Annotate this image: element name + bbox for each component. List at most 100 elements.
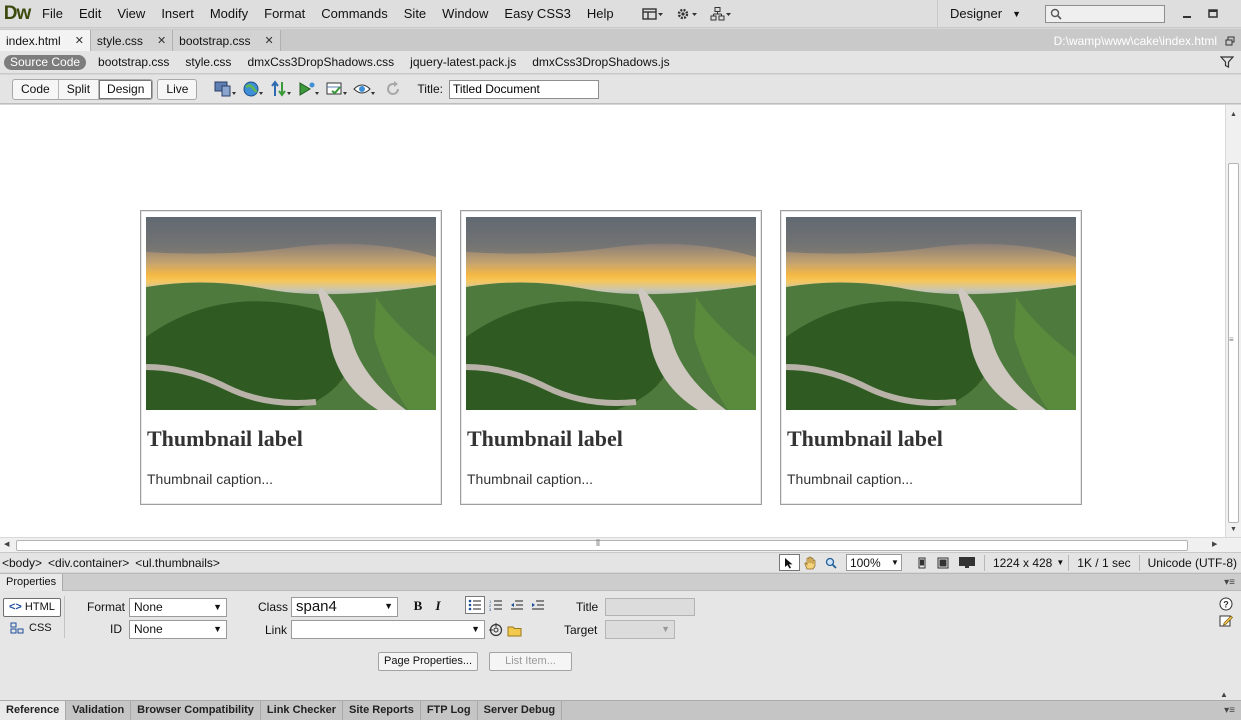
- id-select[interactable]: None ▼: [129, 620, 227, 639]
- menu-commands[interactable]: Commands: [313, 0, 395, 28]
- menu-easy-css3[interactable]: Easy CSS3: [496, 0, 578, 28]
- menu-modify[interactable]: Modify: [202, 0, 256, 28]
- menu-edit[interactable]: Edit: [71, 0, 109, 28]
- tag-div-container[interactable]: <div.container>: [48, 556, 129, 570]
- hand-tool-icon[interactable]: [800, 554, 821, 571]
- gear-icon[interactable]: [670, 0, 704, 28]
- tab-browser-compatibility[interactable]: Browser Compatibility: [131, 701, 261, 720]
- html-properties-button[interactable]: <> HTML: [3, 598, 61, 617]
- unordered-list-button[interactable]: [465, 596, 485, 614]
- menu-format[interactable]: Format: [256, 0, 313, 28]
- thumbnail-card[interactable]: Thumbnail label Thumbnail caption...: [460, 210, 762, 505]
- horizontal-scroll-thumb[interactable]: [16, 540, 1188, 551]
- tab-link-checker[interactable]: Link Checker: [261, 701, 344, 720]
- italic-button[interactable]: I: [428, 597, 448, 615]
- link-input[interactable]: ▼: [291, 620, 485, 639]
- grip-icon: ⦀: [596, 538, 600, 548]
- outdent-button[interactable]: [507, 596, 527, 614]
- layout-icon[interactable]: [636, 0, 670, 28]
- help-search-input[interactable]: [1045, 4, 1165, 23]
- related-file-jquery-js[interactable]: jquery-latest.pack.js: [402, 55, 524, 69]
- horizontal-scrollbar[interactable]: ◀ ⦀ ▶: [0, 537, 1241, 552]
- panel-options-icon[interactable]: ▾≡: [1224, 701, 1235, 720]
- css-properties-button[interactable]: CSS: [10, 622, 52, 634]
- bold-button[interactable]: B: [408, 597, 428, 615]
- multiscreen-icon[interactable]: [211, 77, 239, 101]
- tab-style-css[interactable]: style.css ✕: [90, 30, 174, 51]
- tab-validation[interactable]: Validation: [66, 701, 132, 720]
- mobile-size-icon[interactable]: [912, 554, 933, 571]
- scroll-right-icon[interactable]: ▶: [1212, 540, 1217, 548]
- split-view-button[interactable]: Split: [59, 79, 100, 99]
- close-icon[interactable]: ✕: [265, 34, 274, 47]
- design-view-button[interactable]: Design: [99, 79, 153, 99]
- code-view-button[interactable]: Code: [13, 79, 59, 99]
- menu-insert[interactable]: Insert: [153, 0, 202, 28]
- tab-server-debug[interactable]: Server Debug: [478, 701, 563, 720]
- tag-body[interactable]: <body>: [2, 556, 42, 570]
- close-icon[interactable]: ✕: [157, 34, 166, 47]
- menu-site[interactable]: Site: [396, 0, 434, 28]
- restore-window-icon[interactable]: [1223, 30, 1237, 51]
- vertical-scrollbar[interactable]: ▲ ≡ ▼: [1225, 105, 1241, 537]
- refresh-icon[interactable]: [379, 77, 407, 101]
- indent-button[interactable]: [528, 596, 548, 614]
- tab-ftp-log[interactable]: FTP Log: [421, 701, 478, 720]
- file-management-icon[interactable]: [267, 77, 295, 101]
- workspace-switcher[interactable]: Designer ▼: [937, 0, 1037, 28]
- menu-view[interactable]: View: [109, 0, 153, 28]
- filter-icon[interactable]: [1217, 52, 1237, 72]
- live-view-button[interactable]: Live: [158, 80, 196, 99]
- site-manager-icon[interactable]: [704, 0, 738, 28]
- preview-browser-icon[interactable]: [239, 77, 267, 101]
- format-select[interactable]: None ▼: [129, 598, 227, 617]
- related-file-dropshadows-css[interactable]: dmxCss3DropShadows.css: [239, 55, 402, 69]
- page-properties-button[interactable]: Page Properties...: [378, 652, 479, 671]
- close-icon[interactable]: ✕: [75, 34, 84, 47]
- scroll-up-icon[interactable]: ▲: [1230, 111, 1237, 118]
- title-input[interactable]: [605, 598, 695, 616]
- pointer-tool-icon[interactable]: [778, 554, 800, 571]
- menu-file[interactable]: File: [34, 0, 71, 28]
- maximize-button[interactable]: [1207, 8, 1219, 19]
- design-view[interactable]: Thumbnail label Thumbnail caption... Thu…: [0, 105, 1225, 537]
- tab-reference[interactable]: Reference: [0, 701, 67, 720]
- related-file-dropshadows-js[interactable]: dmxCss3DropShadows.js: [524, 55, 677, 69]
- menu-help[interactable]: Help: [579, 0, 622, 28]
- scroll-left-icon[interactable]: ◀: [4, 540, 9, 548]
- minimize-button[interactable]: [1181, 9, 1193, 19]
- browse-folder-icon[interactable]: [505, 621, 525, 639]
- view-options-icon[interactable]: [351, 77, 379, 101]
- visual-aids-icon[interactable]: [323, 77, 351, 101]
- tab-bootstrap-css[interactable]: bootstrap.css ✕: [173, 30, 281, 51]
- thumbnail-card[interactable]: Thumbnail label Thumbnail caption...: [780, 210, 1082, 505]
- tab-index-html[interactable]: index.html ✕: [0, 30, 91, 51]
- zoom-select[interactable]: 100% ▼: [845, 554, 902, 571]
- zoom-tool-icon[interactable]: [821, 554, 842, 571]
- document-tabs: index.html ✕ style.css ✕ bootstrap.css ✕…: [0, 29, 1241, 51]
- scroll-down-icon[interactable]: ▼: [1230, 526, 1237, 533]
- related-file-style-css[interactable]: style.css: [177, 55, 239, 69]
- point-to-file-icon[interactable]: [486, 621, 506, 639]
- expand-panel-icon[interactable]: ▲: [1220, 690, 1228, 699]
- list-item-button[interactable]: List Item...: [489, 652, 572, 671]
- menu-window[interactable]: Window: [434, 0, 496, 28]
- doc-title-input[interactable]: [448, 79, 599, 99]
- grip-icon: ≡: [1229, 335, 1234, 344]
- ordered-list-button[interactable]: 123: [486, 596, 506, 614]
- tag-ul-thumbnails[interactable]: <ul.thumbnails>: [135, 556, 220, 570]
- tablet-size-icon[interactable]: [933, 554, 954, 571]
- desktop-size-icon[interactable]: [954, 554, 980, 571]
- chevron-down-icon: ▼: [471, 624, 480, 634]
- debug-icon[interactable]: [295, 77, 323, 101]
- tab-site-reports[interactable]: Site Reports: [343, 701, 421, 720]
- window-size[interactable]: 1224 x 428: [989, 556, 1056, 570]
- class-select[interactable]: span4 ▼: [291, 597, 398, 617]
- panel-options-icon[interactable]: ▾≡: [1224, 577, 1235, 588]
- related-file-source-code[interactable]: Source Code: [4, 54, 87, 70]
- related-file-bootstrap-css[interactable]: bootstrap.css: [90, 55, 177, 69]
- properties-tab[interactable]: Properties: [0, 573, 64, 591]
- target-select[interactable]: ▼: [605, 620, 675, 639]
- quick-tag-editor-icon[interactable]: [1216, 611, 1236, 629]
- thumbnail-card[interactable]: Thumbnail label Thumbnail caption...: [140, 210, 442, 505]
